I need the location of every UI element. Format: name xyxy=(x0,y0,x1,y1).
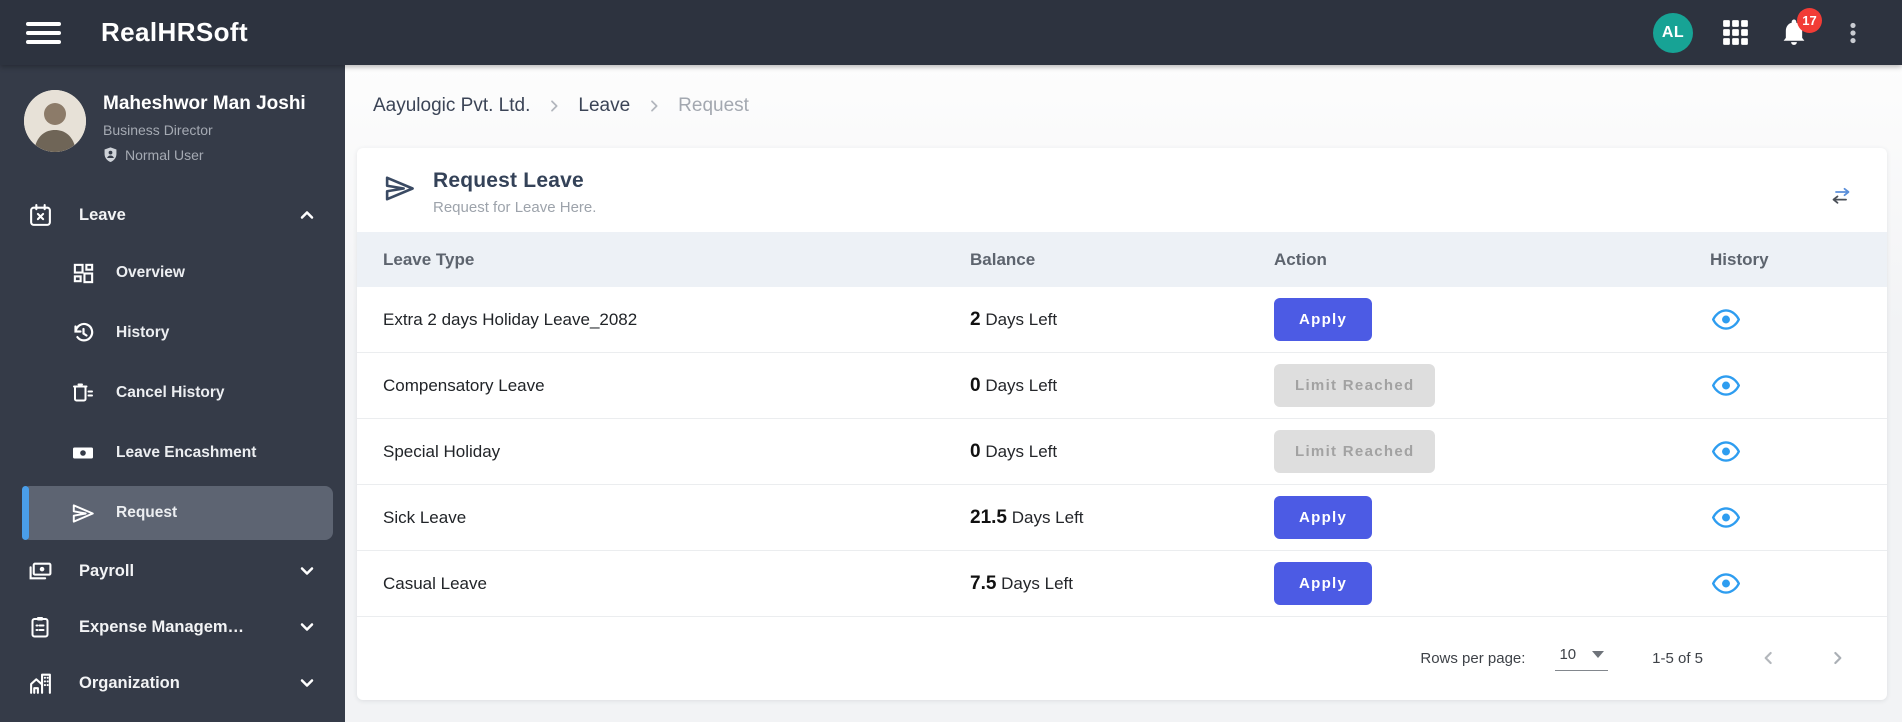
chevron-right-icon xyxy=(646,98,662,114)
balance-cell: 21.5 Days Left xyxy=(970,506,1084,528)
apply-button[interactable]: Apply xyxy=(1274,562,1373,605)
balance-cell: 2 Days Left xyxy=(970,308,1058,330)
banknote-icon xyxy=(70,441,96,465)
eye-icon xyxy=(1712,309,1740,330)
user-title: Business Director xyxy=(103,122,213,138)
balance-cell: 0 Days Left xyxy=(970,374,1058,396)
view-history-button[interactable] xyxy=(1710,373,1742,398)
eye-icon xyxy=(1712,441,1740,462)
eye-icon xyxy=(1712,375,1740,396)
cancel-history-icon xyxy=(70,381,96,405)
notifications-bell-icon[interactable]: 17 xyxy=(1777,7,1822,50)
limit-reached-button: Limit Reached xyxy=(1274,364,1436,407)
breadcrumb: Aayulogic Pvt. Ltd. Leave Request xyxy=(345,65,1902,117)
sidebar-item-history[interactable]: History xyxy=(0,303,345,363)
breadcrumb-section[interactable]: Leave xyxy=(578,95,630,117)
chevron-down-icon xyxy=(297,673,317,693)
profile-section: Maheshwor Man Joshi Business Director No… xyxy=(0,65,345,163)
table-header-row: Leave Type Balance Action History xyxy=(357,232,1887,287)
previous-page-icon xyxy=(1755,644,1783,672)
paper-plane-icon xyxy=(70,500,96,527)
leave-type-cell: Compensatory Leave xyxy=(383,375,545,395)
app-title: RealHRSoft xyxy=(101,17,249,47)
profile-photo[interactable] xyxy=(24,90,86,152)
sidebar-item-organization[interactable]: Organization xyxy=(0,655,345,711)
calendar-leave-icon xyxy=(27,203,53,228)
view-history-button[interactable] xyxy=(1710,439,1742,464)
breadcrumb-company[interactable]: Aayulogic Pvt. Ltd. xyxy=(373,95,530,117)
pagination-bar: Rows per page: 10 1-5 of 5 xyxy=(357,617,1887,699)
limit-reached-button: Limit Reached xyxy=(1274,430,1436,473)
hamburger-menu-icon[interactable] xyxy=(26,21,61,44)
organization-building-icon xyxy=(27,671,53,696)
apply-button[interactable]: Apply xyxy=(1274,496,1373,539)
table-row: Special Holiday 0 Days Left Limit Reache… xyxy=(357,419,1887,485)
sidebar-item-expense-management[interactable]: Expense Managem… xyxy=(0,599,345,655)
user-badge: Normal User xyxy=(103,146,306,163)
main-content: Aayulogic Pvt. Ltd. Leave Request Reques… xyxy=(345,65,1902,722)
request-leave-card: Request Leave Request for Leave Here. Le… xyxy=(357,148,1887,700)
notification-count-badge: 17 xyxy=(1797,7,1822,33)
caret-down-icon xyxy=(1592,650,1605,658)
balance-cell: 0 Days Left xyxy=(970,440,1058,462)
table-row: Compensatory Leave 0 Days Left Limit Rea… xyxy=(357,353,1887,419)
leave-type-cell: Special Holiday xyxy=(383,441,501,461)
sidebar-item-overview[interactable]: Overview xyxy=(0,243,345,303)
chevron-up-icon xyxy=(297,205,317,225)
card-subtitle: Request for Leave Here. xyxy=(433,199,597,216)
eye-icon xyxy=(1712,507,1740,528)
table-row: Extra 2 days Holiday Leave_2082 2 Days L… xyxy=(357,287,1887,353)
leave-type-cell: Casual Leave xyxy=(383,573,487,593)
chevron-down-icon xyxy=(297,561,317,581)
sidebar-item-payroll[interactable]: Payroll xyxy=(0,543,345,599)
shield-user-icon xyxy=(104,147,117,162)
column-header-history: History xyxy=(1710,249,1769,269)
column-header-leave-type: Leave Type xyxy=(383,249,475,269)
sidebar-item-leave[interactable]: Leave xyxy=(0,187,345,243)
kebab-menu-icon[interactable] xyxy=(1836,16,1870,50)
view-history-button[interactable] xyxy=(1710,505,1742,530)
column-header-action: Action xyxy=(1274,249,1327,269)
sidebar-item-leave-encashment[interactable]: Leave Encashment xyxy=(0,423,345,483)
topbar: RealHRSoft AL 17 xyxy=(0,0,1902,65)
column-header-balance: Balance xyxy=(970,249,1036,269)
view-history-button[interactable] xyxy=(1710,571,1742,596)
pagination-range: 1-5 of 5 xyxy=(1652,649,1703,667)
apply-button[interactable]: Apply xyxy=(1274,298,1373,341)
breadcrumb-current: Request xyxy=(678,95,749,116)
rows-per-page-label: Rows per page: xyxy=(1420,649,1526,667)
sidebar-nav: Leave Overview History Cancel History Le… xyxy=(0,187,345,711)
sidebar-item-request[interactable]: Request xyxy=(22,486,333,540)
user-name: Maheshwor Man Joshi xyxy=(103,93,306,114)
sidebar-item-cancel-history[interactable]: Cancel History xyxy=(0,363,345,423)
history-clock-icon xyxy=(70,321,96,345)
rows-per-page-select[interactable]: 10 xyxy=(1555,646,1609,671)
table-row: Sick Leave 21.5 Days Left Apply xyxy=(357,485,1887,551)
chevron-down-icon xyxy=(297,617,317,637)
expense-clipboard-icon xyxy=(27,615,53,639)
balance-cell: 7.5 Days Left xyxy=(970,572,1073,594)
sidebar: Maheshwor Man Joshi Business Director No… xyxy=(0,65,345,722)
leave-type-cell: Extra 2 days Holiday Leave_2082 xyxy=(383,309,638,329)
view-history-button[interactable] xyxy=(1710,307,1742,332)
eye-icon xyxy=(1712,573,1740,594)
paper-plane-icon xyxy=(383,172,416,210)
card-header: Request Leave Request for Leave Here. xyxy=(357,148,1887,232)
apps-grid-icon[interactable] xyxy=(1718,16,1752,50)
card-title: Request Leave xyxy=(433,169,584,192)
chevron-right-icon xyxy=(546,98,562,114)
payroll-icon xyxy=(27,559,53,584)
user-avatar-button[interactable]: AL xyxy=(1653,12,1693,53)
next-page-icon xyxy=(1823,644,1851,672)
topbar-actions: AL 17 xyxy=(1653,7,1870,53)
leave-type-cell: Sick Leave xyxy=(383,507,467,527)
swap-arrows-icon[interactable] xyxy=(1825,183,1857,214)
dashboard-icon xyxy=(70,262,96,285)
table-row: Casual Leave 7.5 Days Left Apply xyxy=(357,551,1887,617)
